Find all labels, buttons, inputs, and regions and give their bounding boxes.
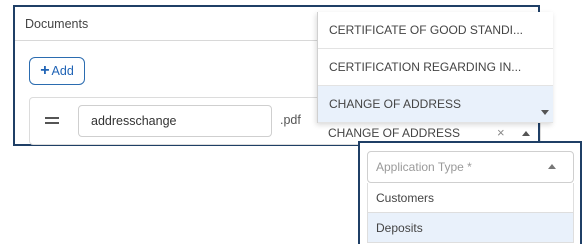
chevron-up-icon[interactable] [522, 131, 530, 136]
dropdown-option[interactable]: CERTIFICATE OF GOOD STANDI... [318, 12, 553, 49]
file-name-input[interactable]: addresschange [78, 105, 272, 137]
add-button-label: Add [51, 64, 74, 78]
document-type-select[interactable]: CHANGE OF ADDRESS [317, 123, 547, 143]
document-type-dropdown-list: CERTIFICATE OF GOOD STANDI... CERTIFICAT… [317, 12, 553, 123]
file-extension: .pdf [280, 113, 301, 127]
application-type-option-hovered[interactable]: Deposits [367, 213, 574, 243]
documents-panel: Documents + Add addresschange .pdf CERTI… [13, 5, 553, 146]
chevron-up-icon[interactable] [548, 164, 556, 169]
application-type-select[interactable]: Application Type * [367, 151, 574, 183]
scroll-down-icon[interactable] [541, 110, 549, 115]
plus-icon: + [40, 62, 50, 79]
clear-icon[interactable]: × [497, 123, 505, 143]
dropdown-option-selected[interactable]: CHANGE OF ADDRESS [318, 86, 553, 123]
add-document-button[interactable]: + Add [29, 57, 85, 85]
dropdown-option[interactable]: CERTIFICATION REGARDING IN... [318, 49, 553, 86]
application-type-options: Customers Deposits [367, 183, 574, 243]
application-type-panel: Application Type * Customers Deposits [358, 141, 582, 244]
application-type-option[interactable]: Customers [367, 183, 574, 213]
drag-handle-icon[interactable] [45, 117, 59, 125]
